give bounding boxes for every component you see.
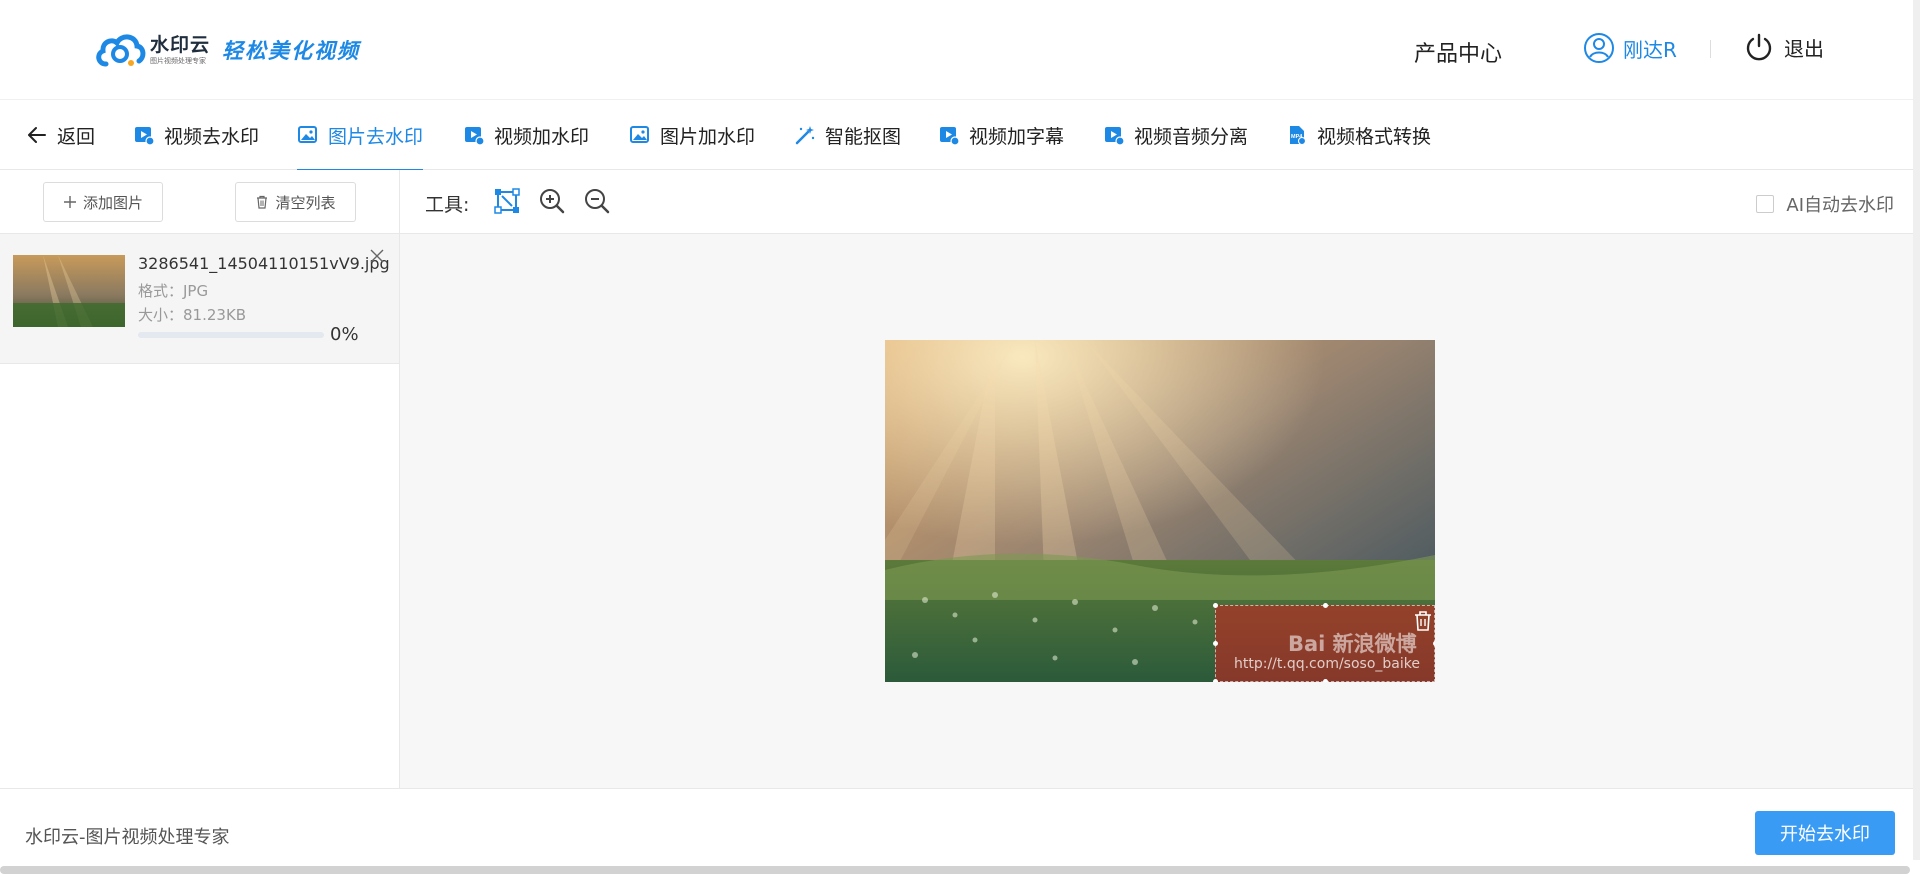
video-icon bbox=[135, 127, 155, 146]
image-icon bbox=[298, 126, 317, 143]
tab-label: 图片加水印 bbox=[660, 125, 756, 148]
watermark-text-logo: Bai 新浪微博 bbox=[1288, 632, 1417, 656]
tab-video-add-watermark[interactable]: 视频加水印 bbox=[463, 100, 589, 170]
file-thumbnail bbox=[13, 255, 125, 327]
power-icon bbox=[1746, 33, 1772, 61]
plus-icon bbox=[63, 196, 76, 208]
selection-box-icon[interactable] bbox=[493, 187, 521, 215]
image-icon bbox=[630, 126, 649, 143]
watermark-selection-box[interactable]: Bai 新浪微博 http://t.qq.com/soso_baike bbox=[1213, 603, 1435, 682]
tab-label: 智能抠图 bbox=[825, 125, 902, 148]
tab-label: 图片去水印 bbox=[328, 125, 424, 148]
arrow-left-icon bbox=[28, 127, 46, 143]
magic-wand-icon bbox=[795, 126, 815, 145]
back-label: 返回 bbox=[57, 125, 96, 148]
horizontal-scrollbar[interactable] bbox=[0, 866, 1910, 874]
tab-video-add-subtitles[interactable]: 视频加字幕 bbox=[938, 100, 1064, 170]
delete-selection-icon[interactable] bbox=[1413, 610, 1433, 632]
logout-button[interactable]: 退出 bbox=[1744, 32, 1824, 62]
tab-label: 视频格式转换 bbox=[1317, 125, 1432, 148]
resize-handle[interactable] bbox=[1213, 641, 1218, 646]
clear-list-label: 清空列表 bbox=[275, 193, 336, 212]
user-name: 刚达R bbox=[1623, 37, 1677, 62]
tab-image-add-watermark[interactable]: 图片加水印 bbox=[629, 100, 755, 170]
tools-label: 工具: bbox=[425, 194, 470, 216]
resize-handle[interactable] bbox=[1323, 679, 1328, 682]
zoom-in-icon[interactable] bbox=[538, 187, 566, 215]
resize-handle[interactable] bbox=[1323, 603, 1328, 608]
progress-percent: 0% bbox=[330, 324, 359, 345]
vertical-scrollbar[interactable] bbox=[1913, 0, 1920, 860]
close-icon[interactable] bbox=[369, 248, 385, 264]
start-remove-watermark-button[interactable]: 开始去水印 bbox=[1755, 811, 1895, 855]
file-size: 大小：81.23KB bbox=[138, 306, 247, 324]
user-menu[interactable]: 刚达R bbox=[1583, 32, 1677, 64]
tab-label: 视频去水印 bbox=[164, 125, 260, 148]
tab-smart-cutout[interactable]: 智能抠图 bbox=[794, 100, 901, 170]
header-divider bbox=[1710, 40, 1711, 58]
file-format: 格式：JPG bbox=[138, 282, 209, 300]
file-list-toolbar: 添加图片 清空列表 bbox=[0, 170, 399, 234]
add-image-button[interactable]: 添加图片 bbox=[43, 182, 163, 222]
footer-brand-text: 水印云-图片视频处理专家 bbox=[25, 827, 230, 848]
ai-auto-remove-toggle[interactable]: AI自动去水印 bbox=[1756, 191, 1894, 217]
back-button[interactable]: 返回 bbox=[26, 100, 95, 170]
video-icon bbox=[465, 127, 485, 146]
tab-label: 视频音频分离 bbox=[1134, 125, 1249, 148]
tab-video-audio-separation[interactable]: 视频音频分离 bbox=[1103, 100, 1248, 170]
header-nav: 产品中心 刚达R 退出 bbox=[0, 30, 1920, 70]
footer-bar: 水印云-图片视频处理专家 开始去水印 bbox=[0, 788, 1920, 864]
resize-handle[interactable] bbox=[1213, 679, 1218, 682]
logout-label: 退出 bbox=[1784, 36, 1824, 61]
feature-tabs: 返回 视频去水印 图片去水印 视频加水印 图片加水印 智能抠图 视频加字幕 视频… bbox=[0, 100, 1920, 171]
ai-auto-label: AI自动去水印 bbox=[1786, 195, 1894, 216]
workspace-toolbar: 工具: AI自动去水印 bbox=[400, 170, 1920, 234]
tab-video-format-convert[interactable]: MP4 视频格式转换 bbox=[1286, 100, 1431, 170]
video-icon bbox=[940, 127, 960, 146]
tab-video-remove-watermark[interactable]: 视频去水印 bbox=[133, 100, 259, 170]
tab-image-remove-watermark[interactable]: 图片去水印 bbox=[297, 100, 424, 171]
preview-image[interactable]: Bai 新浪微博 http://t.qq.com/soso_baike bbox=[885, 340, 1435, 682]
product-center-link[interactable]: 产品中心 bbox=[1414, 36, 1502, 68]
file-list-panel: 添加图片 清空列表 3286541_14504110151vV9.jpg 格式：… bbox=[0, 170, 400, 788]
trash-icon bbox=[257, 195, 268, 209]
tab-label: 视频加字幕 bbox=[969, 125, 1065, 148]
resize-handle[interactable] bbox=[1433, 641, 1435, 646]
progress-bar bbox=[138, 332, 324, 338]
mp4-file-icon: MP4 bbox=[1290, 126, 1307, 146]
file-list-item[interactable]: 3286541_14504110151vV9.jpg 格式：JPG 大小：81.… bbox=[0, 234, 399, 364]
watermark-text-url: http://t.qq.com/soso_baike bbox=[1234, 656, 1420, 672]
tab-label: 视频加水印 bbox=[494, 125, 590, 148]
add-image-label: 添加图片 bbox=[82, 193, 143, 212]
zoom-out-icon[interactable] bbox=[583, 187, 611, 215]
video-icon bbox=[1105, 127, 1125, 146]
user-avatar-icon bbox=[1584, 33, 1614, 63]
resize-handle[interactable] bbox=[1213, 603, 1218, 608]
clear-list-button[interactable]: 清空列表 bbox=[235, 182, 356, 222]
image-workspace: 工具: AI自动去水印 Bai 新浪微博 http://t.qq.com/sos… bbox=[400, 170, 1920, 788]
top-header: 水印云 图片视频处理专家 轻松美化视频 产品中心 刚达R 退出 bbox=[0, 0, 1920, 100]
file-name: 3286541_14504110151vV9.jpg bbox=[138, 254, 390, 273]
ai-auto-checkbox[interactable] bbox=[1756, 195, 1775, 213]
